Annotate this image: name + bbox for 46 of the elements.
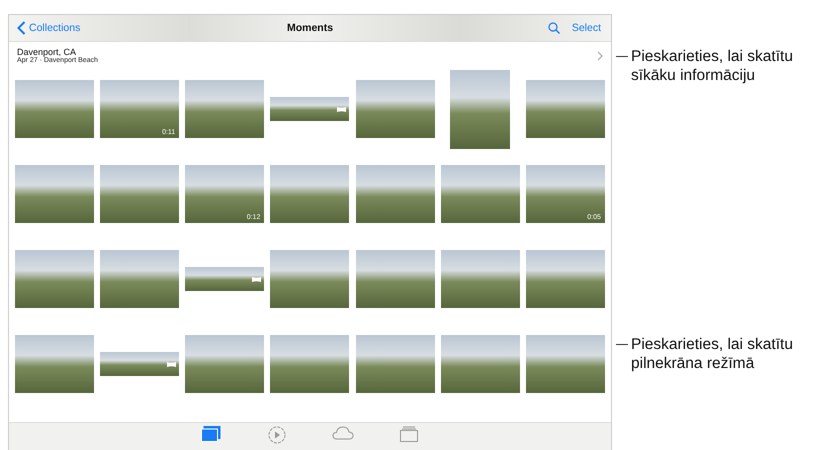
photo-thumbnail[interactable]: [450, 70, 510, 148]
photo-thumbnail[interactable]: [270, 97, 350, 121]
photo-thumbnail[interactable]: [356, 335, 435, 393]
tab[interactable]: [199, 426, 223, 442]
photos-icon: [201, 426, 221, 442]
photo-thumbnail[interactable]: [185, 80, 264, 138]
callout-text: Pieskarieties, lai skatītu sīkāku informāciju: [631, 47, 794, 85]
leader-line: [616, 56, 628, 57]
panorama-icon: [167, 362, 176, 367]
chevron-left-icon: [17, 21, 26, 35]
leader-line: [616, 344, 628, 345]
photo-thumbnail[interactable]: [356, 80, 435, 138]
chevron-right-icon: [597, 50, 603, 60]
photo-thumbnail[interactable]: [440, 335, 520, 393]
photo-thumbnail[interactable]: [15, 335, 94, 393]
photo-thumbnail[interactable]: [270, 165, 350, 223]
cloud-icon: [332, 426, 354, 440]
tab[interactable]: [331, 426, 355, 440]
photo-thumbnail[interactable]: [15, 80, 94, 138]
photo-thumbnail[interactable]: [185, 335, 264, 393]
moment-place: Davenport, CA: [17, 47, 78, 57]
photo-thumbnail[interactable]: [526, 250, 605, 308]
photo-thumbnail[interactable]: [270, 335, 350, 393]
photo-thumbnail[interactable]: [526, 80, 605, 138]
photo-thumbnail[interactable]: [356, 250, 435, 308]
photo-thumbnail[interactable]: [356, 165, 435, 223]
albums-icon: [400, 426, 418, 442]
photo-thumbnail[interactable]: [100, 352, 180, 376]
play-circle-icon: [268, 426, 286, 444]
photo-thumbnail[interactable]: [15, 250, 94, 308]
tab[interactable]: [397, 426, 421, 442]
panorama-icon: [252, 277, 262, 282]
photo-thumbnail[interactable]: [100, 250, 180, 308]
photo-thumbnail[interactable]: [526, 335, 605, 393]
screen-title: Moments: [286, 22, 334, 34]
select-button[interactable]: Select: [572, 22, 601, 34]
callout-text: Pieskarieties, lai skatītu pilnekrāna režīmā: [631, 335, 794, 373]
photo-thumbnail[interactable]: [100, 165, 180, 223]
photo-thumbnail[interactable]: [440, 165, 520, 223]
panorama-icon: [337, 107, 346, 112]
search-icon[interactable]: [548, 22, 560, 34]
photo-thumbnail[interactable]: [15, 165, 94, 223]
photo-thumbnail[interactable]: [440, 250, 520, 308]
back-button[interactable]: Collections: [17, 21, 80, 35]
photo-thumbnail[interactable]: [185, 267, 264, 291]
photo-thumbnail[interactable]: [270, 250, 350, 308]
